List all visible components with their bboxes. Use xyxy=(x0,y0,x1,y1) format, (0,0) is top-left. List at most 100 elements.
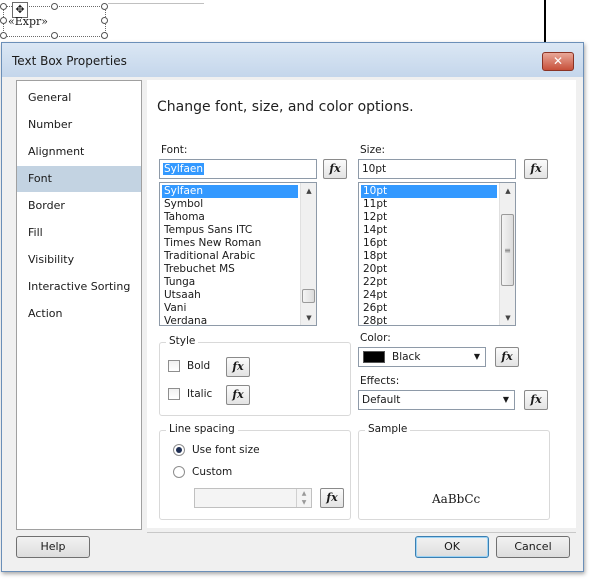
font-option[interactable]: Times New Roman xyxy=(162,237,261,250)
font-option[interactable]: Vani xyxy=(162,302,186,315)
size-option[interactable]: 24pt xyxy=(361,289,387,302)
size-option[interactable]: 10pt xyxy=(361,185,497,198)
category-nav: General Number Alignment Font Border Fil… xyxy=(16,80,142,530)
font-option[interactable]: Sylfaen xyxy=(162,185,298,198)
scroll-down-icon[interactable]: ▼ xyxy=(301,311,316,325)
font-expression-button[interactable]: fx xyxy=(323,159,347,179)
designer-border-top xyxy=(108,3,204,4)
close-icon: ✕ xyxy=(552,54,564,68)
nav-item-fill[interactable]: Fill xyxy=(17,220,141,246)
resize-handle[interactable] xyxy=(51,3,58,10)
size-option[interactable]: 18pt xyxy=(361,250,387,263)
resize-handle[interactable] xyxy=(51,32,58,39)
custom-spacing-input[interactable]: ▲ ▼ xyxy=(194,488,312,508)
italic-checkbox[interactable] xyxy=(168,388,180,400)
bold-label[interactable]: Bold xyxy=(187,360,210,372)
nav-item-action[interactable]: Action xyxy=(17,301,141,327)
nav-item-interactive-sorting[interactable]: Interactive Sorting xyxy=(17,274,141,300)
nav-item-number[interactable]: Number xyxy=(17,112,141,138)
effects-dropdown[interactable]: Default ▼ xyxy=(358,390,515,410)
line-spacing-expression-button[interactable]: fx xyxy=(320,488,344,508)
italic-label[interactable]: Italic xyxy=(187,388,212,400)
effects-label: Effects: xyxy=(360,375,400,387)
scroll-up-icon[interactable]: ▲ xyxy=(301,184,316,198)
bold-expression-button[interactable]: fx xyxy=(226,357,250,377)
dialog-body: General Number Alignment Font Border Fil… xyxy=(8,77,576,565)
font-option[interactable]: Tunga xyxy=(162,276,195,289)
title-bar[interactable]: Text Box Properties ✕ xyxy=(2,43,583,77)
font-list[interactable]: Sylfaen Symbol Tahoma Tempus Sans ITC Ti… xyxy=(159,182,317,326)
nav-item-font[interactable]: Font xyxy=(17,166,141,192)
color-dropdown[interactable]: Black ▼ xyxy=(358,347,486,367)
line-spacing-group-title: Line spacing xyxy=(166,423,238,435)
size-option[interactable]: 16pt xyxy=(361,237,387,250)
resize-handle[interactable] xyxy=(101,3,108,10)
bold-checkbox[interactable] xyxy=(168,360,180,372)
size-list[interactable]: 10pt 11pt 12pt 14pt 16pt 18pt 20pt 22pt … xyxy=(358,182,516,326)
designer-border-right xyxy=(544,0,546,42)
size-label: Size: xyxy=(360,144,386,156)
font-list-scrollbar[interactable]: ▲ ▼ xyxy=(300,183,316,325)
scroll-thumb[interactable] xyxy=(302,289,315,303)
chevron-down-icon: ▼ xyxy=(473,352,480,361)
font-input[interactable]: Sylfaen xyxy=(159,159,317,179)
font-options-panel: Change font, size, and color options. Fo… xyxy=(147,80,576,528)
nav-item-visibility[interactable]: Visibility xyxy=(17,247,141,273)
size-option[interactable]: 26pt xyxy=(361,302,387,315)
size-option[interactable]: 11pt xyxy=(361,198,387,211)
footer-separator xyxy=(147,532,576,533)
spin-down-icon[interactable]: ▼ xyxy=(296,498,311,507)
font-option[interactable]: Tempus Sans ITC xyxy=(162,224,252,237)
color-value: Black xyxy=(392,351,421,363)
chevron-down-icon: ▼ xyxy=(502,395,509,404)
nav-item-general[interactable]: General xyxy=(17,85,141,111)
nav-item-alignment[interactable]: Alignment xyxy=(17,139,141,165)
font-option[interactable]: Utsaah xyxy=(162,289,201,302)
size-option[interactable]: 14pt xyxy=(361,224,387,237)
spin-up-icon[interactable]: ▲ xyxy=(296,489,311,498)
size-option[interactable]: 28pt xyxy=(361,315,387,325)
custom-radio[interactable] xyxy=(173,466,185,478)
resize-handle[interactable] xyxy=(101,17,108,24)
style-group-title: Style xyxy=(166,335,199,347)
font-option[interactable]: Symbol xyxy=(162,198,203,211)
font-option[interactable]: Tahoma xyxy=(162,211,205,224)
size-option[interactable]: 22pt xyxy=(361,276,387,289)
effects-expression-button[interactable]: fx xyxy=(524,390,548,410)
scroll-up-icon[interactable]: ▲ xyxy=(500,184,515,198)
font-option[interactable]: Verdana xyxy=(162,315,207,325)
use-font-size-label[interactable]: Use font size xyxy=(192,444,260,456)
font-label: Font: xyxy=(161,144,188,156)
help-button[interactable]: Help xyxy=(16,536,90,558)
size-list-scrollbar[interactable]: ▲ ≡ ▼ xyxy=(499,183,515,325)
expression-placeholder[interactable]: «Expr» xyxy=(8,15,48,28)
size-option[interactable]: 20pt xyxy=(361,263,387,276)
resize-handle[interactable] xyxy=(0,17,7,24)
dialog-title: Text Box Properties xyxy=(12,54,127,68)
effects-value: Default xyxy=(362,394,401,406)
resize-handle[interactable] xyxy=(101,32,108,39)
font-input-value: Sylfaen xyxy=(163,163,205,175)
style-group xyxy=(159,342,351,416)
resize-handle[interactable] xyxy=(0,32,7,39)
font-option[interactable]: Traditional Arabic xyxy=(162,250,255,263)
sample-group xyxy=(358,430,550,520)
cancel-button[interactable]: Cancel xyxy=(496,536,570,558)
size-option[interactable]: 12pt xyxy=(361,211,387,224)
size-input[interactable]: 10pt xyxy=(358,159,516,179)
color-swatch xyxy=(363,351,385,363)
resize-handle[interactable] xyxy=(0,3,7,10)
color-expression-button[interactable]: fx xyxy=(495,347,519,367)
color-label: Color: xyxy=(360,332,391,344)
size-expression-button[interactable]: fx xyxy=(524,159,548,179)
use-font-size-radio[interactable] xyxy=(173,444,185,456)
font-option[interactable]: Trebuchet MS xyxy=(162,263,235,276)
italic-expression-button[interactable]: fx xyxy=(226,385,250,405)
close-button[interactable]: ✕ xyxy=(542,52,574,71)
scroll-down-icon[interactable]: ▼ xyxy=(500,311,515,325)
ok-button[interactable]: OK xyxy=(415,536,489,558)
scroll-thumb[interactable]: ≡ xyxy=(501,214,514,286)
custom-label[interactable]: Custom xyxy=(192,466,232,478)
panel-heading: Change font, size, and color options. xyxy=(157,99,414,115)
nav-item-border[interactable]: Border xyxy=(17,193,141,219)
